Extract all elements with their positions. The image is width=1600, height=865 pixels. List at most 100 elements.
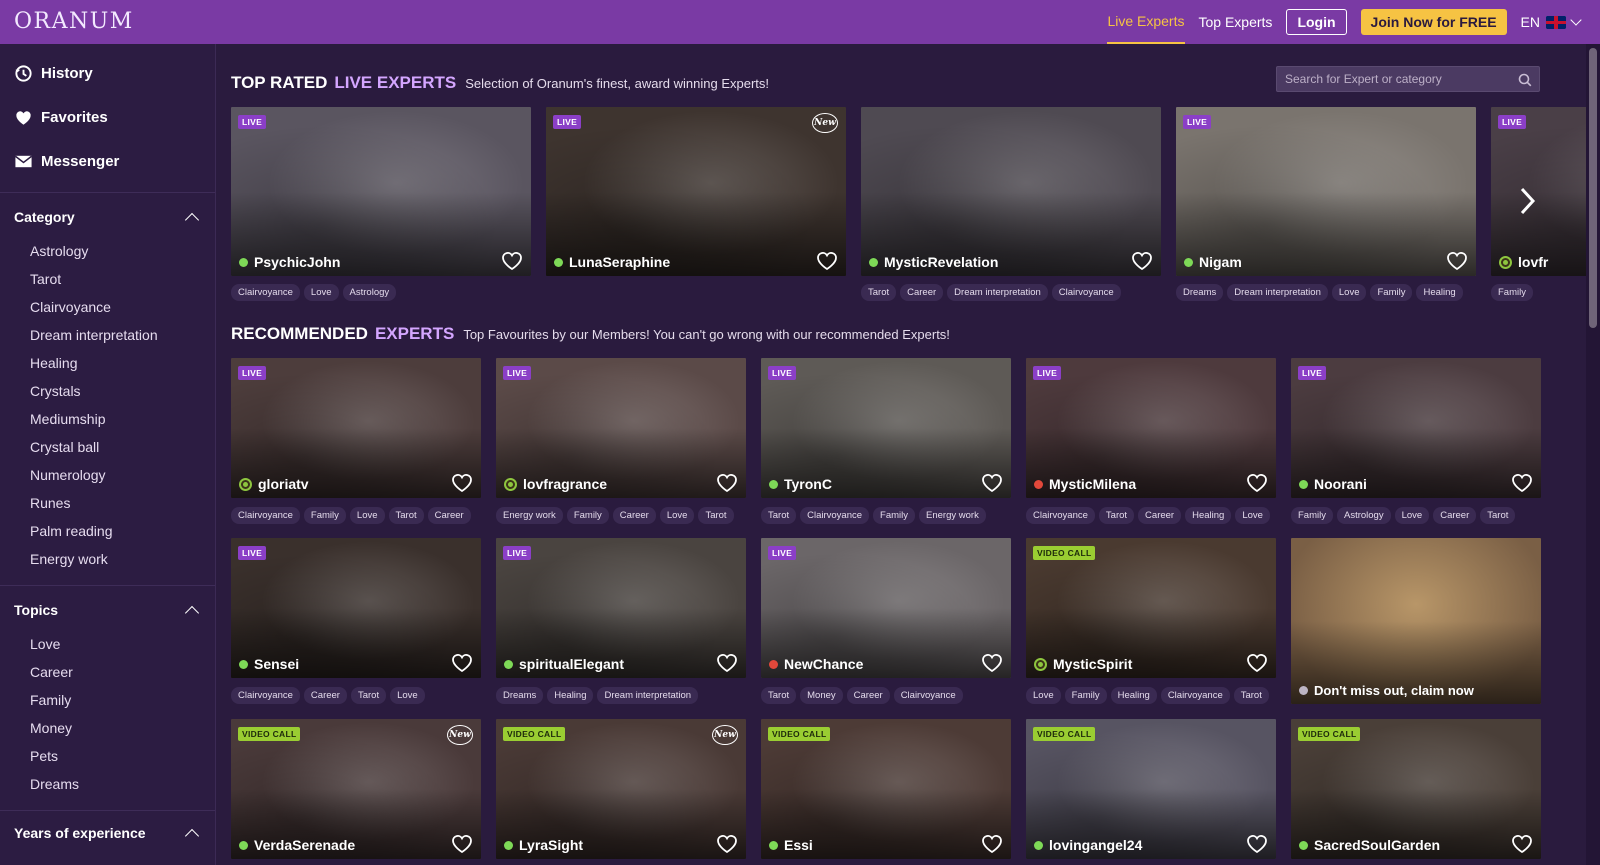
expert-name[interactable]: Essi bbox=[769, 837, 813, 853]
category-tag[interactable]: Career bbox=[1433, 507, 1477, 524]
expert-card[interactable]: LIVE PsychicJohn bbox=[231, 107, 531, 276]
category-tag[interactable]: Astrology bbox=[342, 284, 397, 301]
category-tag[interactable]: Energy work bbox=[496, 507, 563, 524]
category-tag[interactable]: Tarot bbox=[1098, 507, 1135, 524]
expert-name[interactable]: MysticMilena bbox=[1034, 476, 1136, 492]
category-tag[interactable]: Family bbox=[1370, 284, 1413, 301]
nav-top-experts[interactable]: Top Experts bbox=[1199, 0, 1273, 44]
category-tag[interactable]: Tarot bbox=[1480, 507, 1516, 524]
oranum-logo[interactable]: ORANUM bbox=[14, 9, 134, 34]
chevron-up-icon[interactable] bbox=[184, 212, 200, 228]
expert-name[interactable]: Noorani bbox=[1299, 476, 1367, 492]
category-tag[interactable]: Dream interpretation bbox=[947, 284, 1048, 301]
category-item[interactable]: Palm reading bbox=[30, 517, 215, 545]
category-tag[interactable]: Clairvoyance bbox=[800, 507, 870, 524]
category-tag[interactable]: Tarot bbox=[1233, 687, 1269, 704]
category-item[interactable]: Astrology bbox=[30, 237, 215, 265]
favorite-heart-icon[interactable] bbox=[451, 473, 473, 493]
category-tag[interactable]: Tarot bbox=[350, 687, 387, 704]
nav-live-experts[interactable]: Live Experts bbox=[1107, 0, 1185, 44]
category-tag[interactable]: Family bbox=[873, 507, 916, 524]
category-tag[interactable]: Family bbox=[1064, 687, 1107, 704]
favorite-heart-icon[interactable] bbox=[1131, 251, 1153, 271]
category-tag[interactable]: Tarot bbox=[861, 284, 897, 301]
favorite-heart-icon[interactable] bbox=[1246, 834, 1268, 854]
expert-name[interactable]: TyronC bbox=[769, 476, 832, 492]
favorite-heart-icon[interactable] bbox=[981, 473, 1003, 493]
topics-header[interactable]: Topics bbox=[0, 586, 215, 622]
category-tag[interactable]: Clairvoyance bbox=[1160, 687, 1230, 704]
category-item[interactable]: Numerology bbox=[30, 461, 215, 489]
category-tag[interactable]: Dreams bbox=[496, 687, 544, 704]
category-tag[interactable]: Love bbox=[349, 507, 385, 524]
expert-name[interactable]: gloriatv bbox=[239, 476, 309, 492]
category-tag[interactable]: Energy work bbox=[919, 507, 986, 524]
category-tag[interactable]: Love bbox=[303, 284, 339, 301]
category-item[interactable]: Clairvoyance bbox=[30, 293, 215, 321]
category-tag[interactable]: Family bbox=[1291, 507, 1333, 524]
category-tag[interactable]: Family bbox=[1491, 284, 1533, 301]
favorite-heart-icon[interactable] bbox=[451, 834, 473, 854]
expert-name[interactable]: lovfragrance bbox=[504, 476, 607, 492]
favorite-heart-icon[interactable] bbox=[1446, 251, 1468, 271]
sidebar-item-history[interactable]: History bbox=[0, 51, 215, 95]
expert-name[interactable]: Don't miss out, claim now bbox=[1299, 683, 1474, 698]
expert-card[interactable]: VIDEO CALL New LyraSight bbox=[496, 719, 746, 859]
scrollbar-thumb[interactable] bbox=[1589, 48, 1597, 328]
expert-card[interactable]: LIVE gloriatv bbox=[231, 358, 481, 498]
category-tag[interactable]: Career bbox=[1138, 507, 1182, 524]
category-tag[interactable]: Clairvoyance bbox=[231, 687, 300, 704]
expert-card[interactable]: LIVE MysticMilena bbox=[1026, 358, 1276, 498]
category-item[interactable]: Tarot bbox=[30, 265, 215, 293]
favorite-heart-icon[interactable] bbox=[501, 251, 523, 271]
expert-name[interactable]: VerdaSerenade bbox=[239, 837, 355, 853]
category-tag[interactable]: Healing bbox=[547, 687, 594, 704]
expert-name[interactable]: lovfr bbox=[1499, 254, 1548, 270]
sidebar-item-messenger[interactable]: Messenger bbox=[0, 139, 215, 183]
category-tag[interactable]: Tarot bbox=[761, 687, 797, 704]
category-tag[interactable]: Love bbox=[659, 507, 695, 524]
expert-card[interactable]: LIVE lovfragrance bbox=[496, 358, 746, 498]
category-tag[interactable]: Family bbox=[566, 507, 609, 524]
search-input[interactable] bbox=[1285, 72, 1515, 86]
favorite-heart-icon[interactable] bbox=[1246, 653, 1268, 673]
category-tag[interactable]: Dream interpretation bbox=[1227, 284, 1328, 301]
category-tag[interactable]: Money bbox=[800, 687, 843, 704]
category-item[interactable]: Energy work bbox=[30, 545, 215, 573]
expert-card[interactable]: VIDEO CALL New VerdaSerenade bbox=[231, 719, 481, 859]
category-tag[interactable]: Tarot bbox=[698, 507, 734, 524]
category-tag[interactable]: Love bbox=[1394, 507, 1430, 524]
category-tag[interactable]: Career bbox=[900, 284, 944, 301]
topic-item[interactable]: Money bbox=[30, 714, 215, 742]
expert-name[interactable]: Nigam bbox=[1184, 254, 1242, 270]
favorite-heart-icon[interactable] bbox=[716, 473, 738, 493]
favorite-heart-icon[interactable] bbox=[1511, 834, 1533, 854]
favorite-heart-icon[interactable] bbox=[981, 834, 1003, 854]
chevron-up-icon[interactable] bbox=[184, 828, 200, 844]
expert-name[interactable]: NewChance bbox=[769, 656, 863, 672]
sidebar-item-favorites[interactable]: Favorites bbox=[0, 95, 215, 139]
expert-card[interactable]: LIVE spiritualElegant bbox=[496, 538, 746, 678]
category-tag[interactable]: Clairvoyance bbox=[231, 507, 300, 524]
category-tag[interactable]: Dream interpretation bbox=[597, 687, 699, 704]
category-tag[interactable]: Clairvoyance bbox=[231, 284, 300, 301]
expert-name[interactable]: LyraSight bbox=[504, 837, 583, 853]
promo-card[interactable]: Don't miss out, claim now bbox=[1291, 538, 1541, 704]
topic-item[interactable]: Pets bbox=[30, 742, 215, 770]
favorite-heart-icon[interactable] bbox=[981, 653, 1003, 673]
expert-card[interactable]: LIVE TyronC bbox=[761, 358, 1011, 498]
expert-name[interactable]: spiritualElegant bbox=[504, 656, 624, 672]
carousel-next-arrow-icon[interactable] bbox=[1515, 186, 1539, 216]
favorite-heart-icon[interactable] bbox=[1246, 473, 1268, 493]
topic-item[interactable]: Love bbox=[30, 630, 215, 658]
login-button[interactable]: Login bbox=[1286, 9, 1347, 35]
favorite-heart-icon[interactable] bbox=[816, 251, 838, 271]
language-selector[interactable]: EN bbox=[1521, 14, 1582, 30]
expert-name[interactable]: lovingangel24 bbox=[1034, 837, 1142, 853]
category-item[interactable]: Crystal ball bbox=[30, 433, 215, 461]
favorite-heart-icon[interactable] bbox=[451, 653, 473, 673]
category-tag[interactable]: Healing bbox=[1416, 284, 1463, 301]
expert-card[interactable]: VIDEO CALL MysticSpirit bbox=[1026, 538, 1276, 678]
favorite-heart-icon[interactable] bbox=[1511, 473, 1533, 493]
category-tag[interactable]: Love bbox=[1331, 284, 1367, 301]
